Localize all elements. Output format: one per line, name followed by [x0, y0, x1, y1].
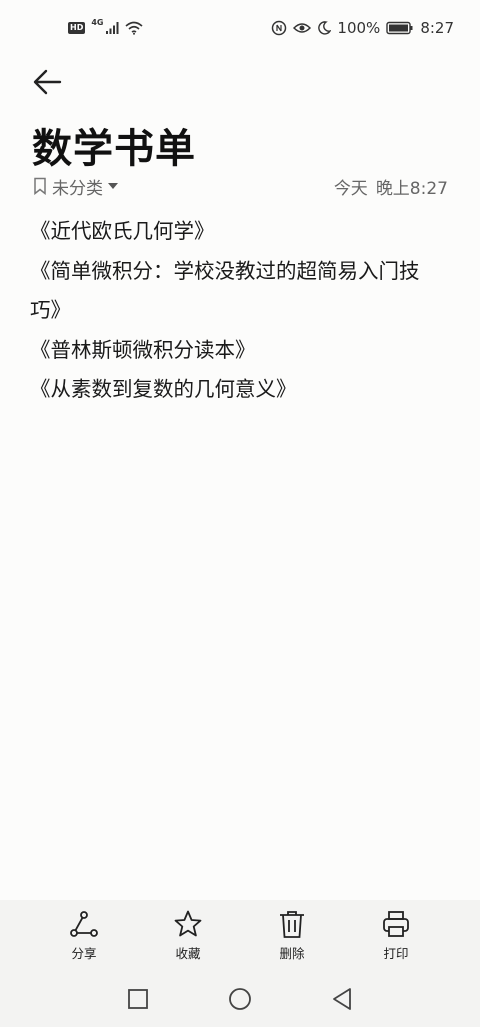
square-icon — [128, 988, 148, 1009]
note-meta: 未分类 今天 晚上8:27 — [32, 172, 448, 200]
category-selector[interactable]: 未分类 — [32, 174, 119, 199]
favorite-button[interactable]: 收藏 — [156, 900, 220, 970]
share-label: 分享 — [71, 945, 97, 961]
moon-icon — [317, 21, 332, 35]
delete-label: 删除 — [279, 945, 305, 961]
status-right: 100% 8:27 — [271, 19, 454, 37]
wifi-icon — [125, 21, 144, 35]
hd-badge: HD — [68, 22, 86, 34]
home-button[interactable] — [227, 986, 253, 1012]
circle-icon — [229, 987, 251, 1010]
status-left: HD 4G — [68, 17, 144, 35]
nfc-icon — [271, 20, 287, 36]
printer-icon — [383, 910, 409, 937]
back-nav-button[interactable] — [329, 986, 355, 1012]
bottom-action-bar: 分享 收藏 删除 打印 — [0, 900, 480, 970]
print-button[interactable]: 打印 — [364, 900, 428, 970]
system-nav-bar — [0, 970, 480, 1027]
category-label: 未分类 — [52, 178, 103, 199]
share-button[interactable]: 分享 — [52, 900, 116, 970]
battery-icon — [386, 21, 414, 35]
signal-icon — [105, 21, 119, 35]
timestamp-date: 今天 — [333, 178, 368, 199]
back-arrow-icon — [33, 69, 62, 95]
timestamp-time: 晚上8:27 — [375, 178, 448, 199]
favorite-label: 收藏 — [175, 945, 201, 961]
dropdown-arrow-icon — [108, 183, 118, 189]
note-timestamp: 今天 晚上8:27 — [334, 174, 448, 199]
content-line: 《简单微积分：学校没教过的超简易入门技巧》 — [30, 258, 420, 323]
delete-button[interactable]: 删除 — [260, 900, 324, 970]
content-line: 《普林斯顿微积分读本》 — [30, 337, 256, 362]
print-label: 打印 — [383, 945, 409, 961]
bookmark-icon — [34, 177, 46, 195]
battery-percentage: 100% — [337, 19, 381, 37]
note-content[interactable]: 《近代欧氏几何学》 《简单微积分：学校没教过的超简易入门技巧》 《普林斯顿微积分… — [30, 212, 450, 410]
note-detail-screen: HD 4G 100% 8:27 数学书单 未分类 今天 晚上8:27 《近代欧氏… — [0, 0, 480, 1027]
eye-comfort-icon — [293, 21, 312, 35]
recents-button[interactable] — [125, 986, 151, 1012]
note-title[interactable]: 数学书单 — [32, 116, 196, 174]
content-line: 《从素数到复数的几何意义》 — [30, 377, 297, 401]
star-icon — [174, 910, 202, 936]
status-bar: HD 4G 100% 8:27 — [0, 0, 480, 56]
back-button[interactable] — [30, 64, 66, 100]
clock: 8:27 — [420, 19, 454, 37]
share-icon — [70, 910, 98, 937]
network-type: 4G — [91, 17, 104, 27]
trash-icon — [280, 910, 304, 938]
content-line: 《近代欧氏几何学》 — [30, 219, 215, 243]
triangle-back-icon — [333, 987, 351, 1010]
